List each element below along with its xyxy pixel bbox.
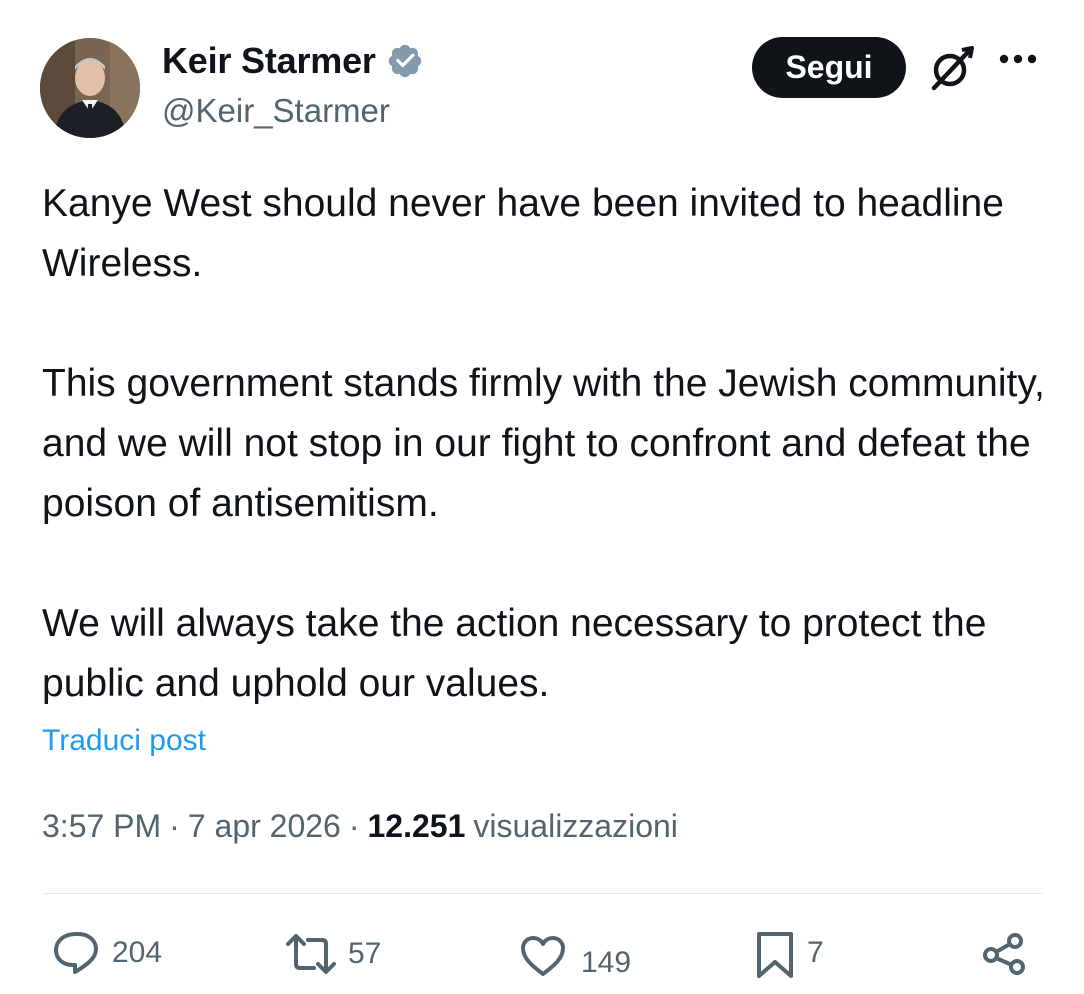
views-label: visualizzazioni <box>473 808 678 844</box>
share-icon <box>983 933 1025 975</box>
post-paragraph: This government stands firmly with the J… <box>42 362 1045 525</box>
author-name-row: Keir Starmer <box>162 40 424 82</box>
post-paragraph: We will always take the action necessary… <box>42 602 987 705</box>
repost-button[interactable]: 57 <box>284 932 381 976</box>
bookmark-button[interactable]: 7 <box>755 930 824 980</box>
post-date[interactable]: 7 apr 2026 <box>188 808 341 845</box>
author-display-name[interactable]: Keir Starmer <box>162 40 376 82</box>
post-body: Kanye West should never have been invite… <box>42 174 1052 714</box>
reply-button[interactable]: 204 <box>52 930 162 976</box>
meta-separator: · <box>169 808 180 844</box>
repost-count: 57 <box>348 937 382 970</box>
tweet-card: Keir Starmer @Keir_Starmer Segui Kanye W… <box>0 0 1084 994</box>
reply-count: 204 <box>112 936 163 969</box>
post-time[interactable]: 3:57 PM <box>42 808 161 845</box>
post-paragraph: Kanye West should never have been invite… <box>42 182 1004 285</box>
views-count[interactable]: 12.251 <box>368 808 466 845</box>
grok-icon[interactable] <box>926 44 976 99</box>
profile-photo <box>40 38 140 138</box>
repost-icon <box>286 934 336 974</box>
verified-badge-icon[interactable] <box>386 42 424 80</box>
share-button[interactable] <box>980 930 1028 978</box>
bookmark-count: 7 <box>807 936 824 969</box>
meta-separator: · <box>348 808 360 844</box>
post-meta: 3:57 PM · 7 apr 2026 · 12.251 visualizza… <box>42 808 678 845</box>
like-count: 149 <box>581 946 632 979</box>
avatar[interactable] <box>40 38 140 138</box>
divider <box>42 893 1042 894</box>
bookmark-icon <box>757 932 793 978</box>
reply-icon <box>54 932 98 974</box>
translate-post-link[interactable]: Traduci post <box>42 724 206 758</box>
follow-button[interactable]: Segui <box>752 37 906 98</box>
author-handle[interactable]: @Keir_Starmer <box>162 92 390 130</box>
heart-icon <box>521 936 565 976</box>
more-dots-icon[interactable] <box>998 52 1038 70</box>
like-button[interactable]: 149 <box>519 932 631 980</box>
